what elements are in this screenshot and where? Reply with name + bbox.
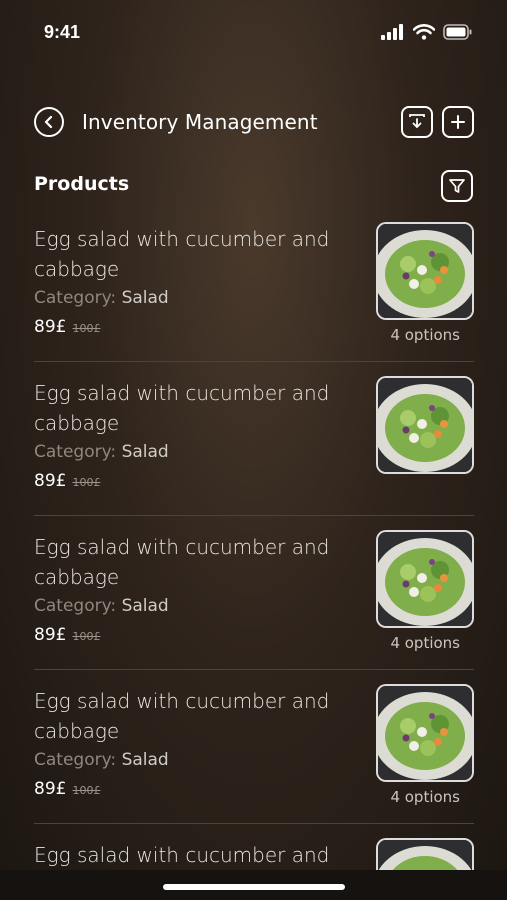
import-icon — [409, 114, 425, 128]
price-row: 89£ 100£ — [34, 317, 100, 337]
product-category: Category: Salad — [34, 442, 169, 462]
home-indicator[interactable] — [163, 884, 345, 890]
wifi-icon — [413, 24, 435, 40]
product-category: Category: Salad — [34, 596, 169, 616]
options-count: 4 options — [390, 326, 460, 344]
product-price: 89£ — [34, 779, 67, 799]
status-icons — [381, 24, 473, 40]
divider — [34, 669, 474, 670]
category-label: Category: — [34, 750, 117, 770]
category-value: Salad — [121, 596, 169, 616]
product-price: 89£ — [34, 317, 67, 337]
add-product-button[interactable] — [442, 106, 474, 138]
product-name: Egg salad with cucumber and cabbage — [34, 381, 330, 435]
product-category: Category: Salad — [34, 288, 169, 308]
home-bar-area — [0, 870, 507, 900]
product-image — [376, 530, 474, 628]
price-row: 89£ 100£ — [34, 625, 100, 645]
chevron-left-icon — [44, 115, 53, 129]
divider — [34, 823, 474, 824]
product-image — [376, 684, 474, 782]
product-name: Egg salad with cucumber and — [34, 843, 330, 867]
product-old-price: 100£ — [72, 322, 101, 335]
product-item[interactable]: Egg salad with cucumber and cabbage Cate… — [34, 528, 474, 682]
product-price: 89£ — [34, 471, 67, 491]
product-image — [376, 838, 474, 870]
options-count: 4 options — [390, 788, 460, 806]
import-button[interactable] — [401, 106, 433, 138]
product-name: Egg salad with cucumber and cabbage — [34, 227, 330, 281]
product-item[interactable]: Egg salad with cucumber and — [34, 836, 474, 870]
category-label: Category: — [34, 288, 117, 308]
product-name: Egg salad with cucumber and cabbage — [34, 689, 330, 743]
product-item[interactable]: Egg salad with cucumber and cabbage Cate… — [34, 682, 474, 836]
product-image — [376, 222, 474, 320]
filter-icon — [449, 179, 465, 193]
battery-icon — [443, 24, 472, 40]
divider — [34, 515, 474, 516]
product-category: Category: Salad — [34, 750, 169, 770]
category-label: Category: — [34, 442, 117, 462]
product-item[interactable]: Egg salad with cucumber and cabbage Cate… — [34, 220, 474, 374]
page-title: Inventory Management — [82, 110, 318, 134]
product-old-price: 100£ — [72, 476, 101, 489]
section-title: Products — [34, 173, 130, 195]
price-row: 89£ 100£ — [34, 779, 100, 799]
plus-icon — [451, 115, 465, 129]
filter-button[interactable] — [441, 170, 473, 202]
status-time: 9:41 — [44, 22, 81, 42]
product-image — [376, 376, 474, 474]
price-row: 89£ 100£ — [34, 471, 100, 491]
product-name: Egg salad with cucumber and cabbage — [34, 535, 330, 589]
category-value: Salad — [121, 288, 169, 308]
category-value: Salad — [121, 750, 169, 770]
status-bar: 9:41 — [0, 0, 507, 64]
product-item[interactable]: Egg salad with cucumber and cabbage Cate… — [34, 374, 474, 528]
signal-icon — [381, 24, 403, 40]
divider — [34, 361, 474, 362]
product-old-price: 100£ — [72, 784, 101, 797]
category-value: Salad — [121, 442, 169, 462]
category-label: Category: — [34, 596, 117, 616]
options-count: 4 options — [390, 634, 460, 652]
product-old-price: 100£ — [72, 630, 101, 643]
back-button[interactable] — [34, 107, 64, 137]
nav-bar: Inventory Management — [0, 102, 507, 142]
product-price: 89£ — [34, 625, 67, 645]
